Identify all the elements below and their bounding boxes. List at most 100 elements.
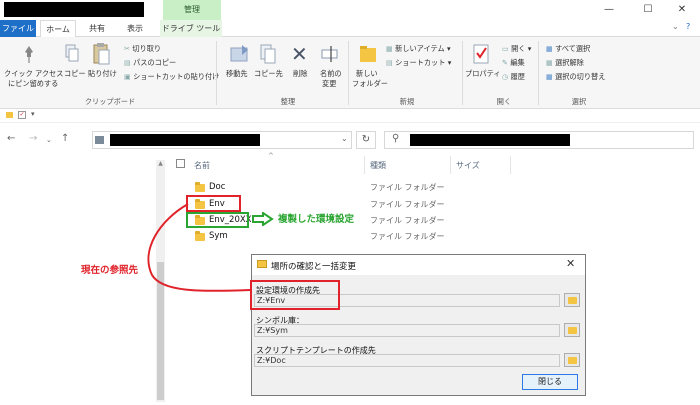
maximize-button[interactable]: ☐ xyxy=(630,0,666,20)
quick-access-toolbar xyxy=(0,109,700,123)
select-none-label: 選択解除 xyxy=(555,58,584,67)
new-folder-label-2: フォルダー xyxy=(352,79,388,88)
ribbon-separator xyxy=(348,41,349,105)
select-none-icon: ▦ xyxy=(546,58,553,67)
new-item-button[interactable]: ▦ 新しいアイテム ▾ xyxy=(386,44,451,54)
back-arrow-icon[interactable]: ← xyxy=(7,133,15,144)
copy-path-button[interactable]: ▤ パスのコピー xyxy=(124,58,176,68)
column-divider[interactable] xyxy=(364,156,365,174)
folder-small-icon[interactable] xyxy=(6,112,13,118)
properties-button[interactable]: プロパティ xyxy=(465,69,501,79)
easy-access-icon: ▤ xyxy=(386,58,393,67)
file-row-type: ファイル フォルダー xyxy=(370,200,445,209)
cut-button[interactable]: ✂ 切り取り xyxy=(124,44,161,54)
column-header-size[interactable]: サイズ xyxy=(456,160,480,171)
tab-share[interactable]: 共有 xyxy=(82,20,112,37)
file-row-type: ファイル フォルダー xyxy=(370,232,445,241)
recent-dropdown-icon[interactable]: ⌄ xyxy=(46,136,52,144)
properties-icon xyxy=(472,42,492,68)
drive-icon xyxy=(95,136,104,144)
template-destination-field[interactable]: Z:¥Doc xyxy=(254,354,560,367)
up-arrow-icon[interactable]: ↑ xyxy=(61,133,69,144)
pin-quick-access-button[interactable]: クイック アクセス xyxy=(4,69,63,79)
new-item-icon: ▦ xyxy=(386,44,393,53)
symbol-browse-button[interactable] xyxy=(564,323,580,337)
address-dropdown-icon[interactable]: ⌄ xyxy=(341,134,348,143)
shortcut-icon: ▣ xyxy=(124,72,131,81)
copy-button[interactable]: コピー xyxy=(64,69,86,79)
tab-file[interactable]: ファイル xyxy=(0,20,36,37)
file-row-type: ファイル フォルダー xyxy=(370,183,445,192)
ribbon-separator xyxy=(538,41,539,105)
column-header-name[interactable]: 名前 xyxy=(194,160,210,171)
dialog-title: 場所の確認と一括変更 xyxy=(271,262,357,272)
edit-label: 編集 xyxy=(510,58,525,67)
delete-button[interactable]: 削除 xyxy=(293,69,307,79)
redacted-address-path xyxy=(110,134,260,146)
ribbon-collapse-icon[interactable]: ⌄ xyxy=(672,22,679,31)
scissors-icon: ✂ xyxy=(124,44,131,53)
cut-label: 切り取り xyxy=(132,44,162,53)
invert-selection-icon: ▦ xyxy=(546,72,553,81)
ribbon-separator xyxy=(462,41,463,105)
invert-selection-label: 選択の切り替え xyxy=(555,72,606,81)
properties-small-icon[interactable]: ✓ xyxy=(18,111,26,119)
history-icon: ◷ xyxy=(502,72,509,81)
move-to-button[interactable]: 移動先 xyxy=(226,69,248,79)
edit-button[interactable]: ✎ 編集 xyxy=(502,58,525,68)
manage-context-tab[interactable]: 管理 xyxy=(163,0,221,20)
invert-selection-button[interactable]: ▦ 選択の切り替え xyxy=(546,72,605,82)
rename-icon xyxy=(321,44,339,66)
dialog-close-button[interactable]: 閉じる xyxy=(522,374,578,390)
folder-icon xyxy=(568,327,577,334)
qat-dropdown-icon[interactable]: ▾ xyxy=(31,110,35,118)
shortcut-label: ショートカット ▾ xyxy=(395,58,452,67)
select-all-button[interactable]: ▦ すべて選択 xyxy=(546,44,590,54)
select-all-checkbox[interactable] xyxy=(176,159,185,168)
refresh-button[interactable]: ↻ xyxy=(356,131,376,149)
paste-shortcut-button[interactable]: ▣ ショートカットの貼り付け xyxy=(124,72,219,82)
minimize-button[interactable]: — xyxy=(591,0,627,20)
select-all-icon: ▦ xyxy=(546,44,553,53)
new-group-label: 新規 xyxy=(399,97,415,106)
edit-icon: ✎ xyxy=(502,58,509,67)
column-divider[interactable] xyxy=(510,156,511,174)
open-label: 開く ▾ xyxy=(511,44,532,53)
rename-button[interactable]: 名前の xyxy=(320,69,342,79)
shortcut-button[interactable]: ▤ ショートカット ▾ xyxy=(386,58,451,68)
symbol-library-field[interactable]: Z:¥Sym xyxy=(254,324,560,337)
tab-drive-tools[interactable]: ドライブ ツール xyxy=(160,20,222,37)
clipboard-group-label: クリップボード xyxy=(84,97,136,106)
copy-icon xyxy=(64,44,80,66)
open-button[interactable]: ▭ 開く ▾ xyxy=(502,44,531,54)
redacted-window-title xyxy=(4,2,144,17)
history-button[interactable]: ◷ 履歴 xyxy=(502,72,525,82)
ribbon-separator xyxy=(216,41,217,105)
pin-quick-access-label-2: にピン留めする xyxy=(8,79,59,88)
sort-ascending-icon: ^ xyxy=(268,152,274,160)
scroll-up-arrow-icon[interactable]: ▲ xyxy=(157,160,164,168)
tab-view[interactable]: 表示 xyxy=(118,20,152,37)
column-divider[interactable] xyxy=(450,156,451,174)
move-to-icon xyxy=(230,43,250,67)
copy-to-icon xyxy=(259,43,279,67)
paste-icon xyxy=(92,42,110,68)
file-row-name[interactable]: Doc xyxy=(209,182,225,192)
tab-home[interactable]: ホーム xyxy=(40,20,76,38)
select-none-button[interactable]: ▦ 選択解除 xyxy=(546,58,584,68)
close-window-button[interactable]: ✕ xyxy=(664,0,700,20)
forward-arrow-icon[interactable]: → xyxy=(29,133,37,144)
new-folder-button[interactable]: 新しい xyxy=(356,69,378,79)
template-browse-button[interactable] xyxy=(564,353,580,367)
dialog-close-icon[interactable]: ✕ xyxy=(566,257,575,270)
copy-to-button[interactable]: コピー先 xyxy=(254,69,283,79)
paste-button[interactable]: 貼り付け xyxy=(88,69,117,79)
search-icon: ⚲ xyxy=(392,133,400,144)
new-item-label: 新しいアイテム ▾ xyxy=(395,44,451,53)
column-header-type[interactable]: 種類 xyxy=(370,160,386,171)
env-browse-button[interactable] xyxy=(564,293,580,307)
help-icon[interactable]: ? xyxy=(686,22,690,31)
new-folder-icon xyxy=(358,42,380,68)
open-group-label: 開く xyxy=(496,97,512,106)
organize-group-label: 整理 xyxy=(280,97,296,106)
